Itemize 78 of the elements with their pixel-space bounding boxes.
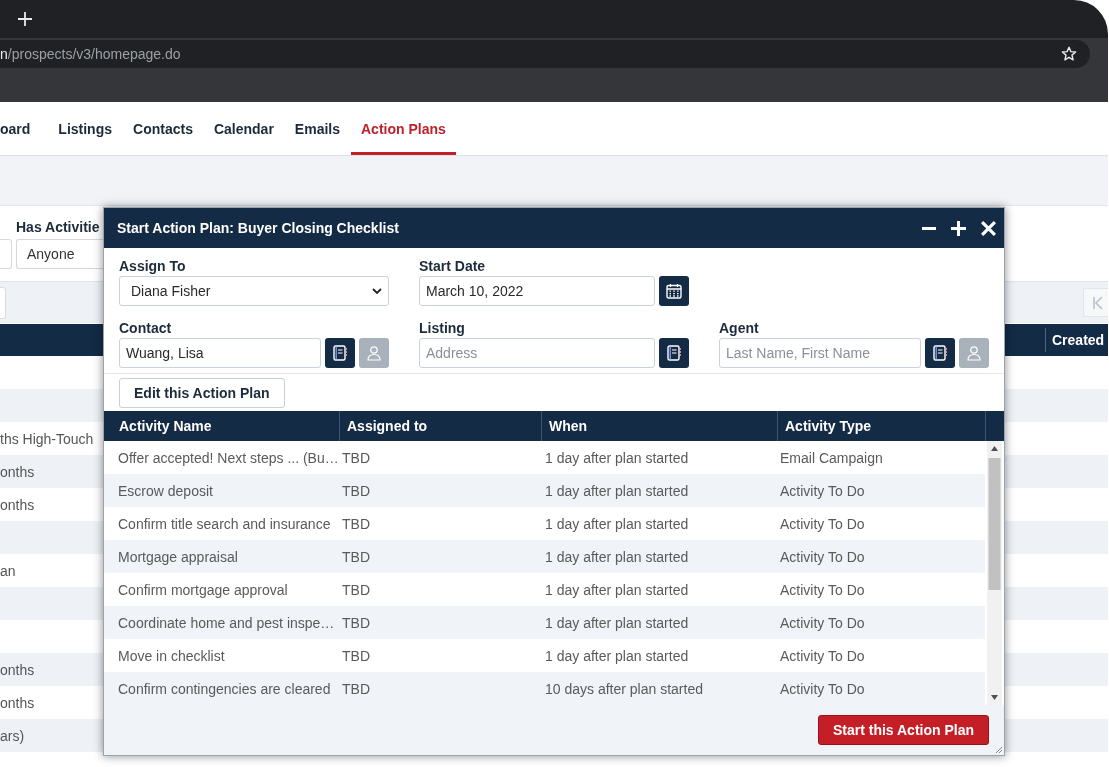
column-header[interactable]: Created (1045, 328, 1108, 352)
date-field[interactable]: March 10, 2022 (419, 276, 655, 306)
filter-field[interactable] (0, 239, 12, 269)
table-cell: 1 day after plan started (545, 515, 689, 532)
table-cell: 10 days after plan started (545, 680, 703, 697)
calendar-icon (666, 283, 682, 299)
address-text[interactable]: n/prospects/v3/homepage.do (0, 46, 181, 62)
table-cell: 1 day after plan started (545, 482, 689, 499)
person-icon (366, 345, 382, 361)
column-header[interactable]: Activity Name (104, 411, 339, 441)
field-label: Assign To (119, 257, 186, 276)
notebook-icon (932, 345, 948, 361)
field-label: Contact (119, 319, 172, 338)
table-cell: Activity To Do (780, 581, 865, 598)
table-cell: Offer accepted! Next steps ... (Bu… (118, 449, 339, 466)
field-label: Listing (419, 319, 465, 338)
field-label: Start Date (419, 257, 486, 276)
calendar-button[interactable] (659, 276, 689, 306)
table-cell: TBD (342, 449, 370, 466)
nav-tab[interactable]: oard (0, 102, 41, 155)
table-cell: Activity To Do (780, 647, 865, 664)
minimize-icon[interactable] (922, 226, 936, 230)
table-cell: Activity To Do (780, 680, 865, 697)
table-cell: TBD (342, 614, 370, 631)
table-cell: ths High-Touch (0, 430, 94, 447)
table-cell: onths (0, 694, 35, 711)
table-cell: onths (0, 661, 35, 678)
nav-tab[interactable]: Calendar (203, 102, 284, 155)
lookup-button[interactable] (325, 338, 355, 368)
nav-tab[interactable]: Contacts (123, 102, 203, 155)
table-cell: ars) (0, 727, 25, 744)
field-label: Agent (719, 319, 759, 338)
text-field[interactable]: Wuang, Lisa (119, 338, 321, 368)
star-icon[interactable] (1061, 46, 1077, 62)
person-icon (966, 345, 982, 361)
table-cell: Confirm contingencies are cleared (118, 680, 331, 697)
table-cell: Activity To Do (780, 515, 865, 532)
table-cell: onths (0, 463, 35, 480)
table-cell: onths (0, 496, 35, 513)
table-cell: TBD (342, 680, 370, 697)
table-cell: TBD (342, 647, 370, 664)
table-cell: 1 day after plan started (545, 581, 689, 598)
edit-plan-button[interactable]: Edit this Action Plan (119, 378, 285, 408)
table-cell: TBD (342, 482, 370, 499)
table-cell: 1 day after plan started (545, 548, 689, 565)
close-icon[interactable] (981, 220, 996, 236)
lookup-button[interactable] (925, 338, 955, 368)
select-field[interactable]: Diana Fisher (119, 276, 389, 306)
table-cell: TBD (342, 581, 370, 598)
table-cell: TBD (342, 548, 370, 565)
resize-grip-icon[interactable] (994, 745, 1003, 754)
table-cell: Move in checklist (118, 647, 225, 664)
table-cell: Activity To Do (780, 482, 865, 499)
table-cell: an (0, 562, 16, 579)
table-cell: Activity To Do (780, 548, 865, 565)
table-cell: Mortgage appraisal (118, 548, 238, 565)
notebook-icon (666, 345, 682, 361)
dialog-title: Start Action Plan: Buyer Closing Checklist (117, 220, 399, 236)
first-page-icon (1093, 295, 1103, 310)
table-cell: Confirm mortgage approval (118, 581, 288, 598)
table-cell: Confirm title search and insurance (118, 515, 331, 532)
start-plan-button[interactable]: Start this Action Plan (817, 715, 989, 745)
nav-tab[interactable]: Emails (284, 102, 350, 155)
filter-label: Has Activitie (16, 219, 101, 235)
chevron-down-icon (372, 288, 382, 294)
table-cell: 1 day after plan started (545, 449, 689, 466)
scrollbar[interactable] (987, 441, 1002, 705)
table-cell: TBD (342, 515, 370, 532)
table-cell: Escrow deposit (118, 482, 213, 499)
table-cell: Coordinate home and pest inspe… (118, 614, 335, 631)
table-cell: Activity To Do (780, 614, 865, 631)
lookup-button[interactable] (659, 338, 689, 368)
table-cell: 1 day after plan started (545, 614, 689, 631)
nav-tab[interactable]: Listings (48, 102, 122, 155)
table-cell: 1 day after plan started (545, 647, 689, 664)
table-cell: Email Campaign (780, 449, 883, 466)
plus-icon[interactable] (18, 12, 32, 26)
notebook-icon (332, 345, 348, 361)
